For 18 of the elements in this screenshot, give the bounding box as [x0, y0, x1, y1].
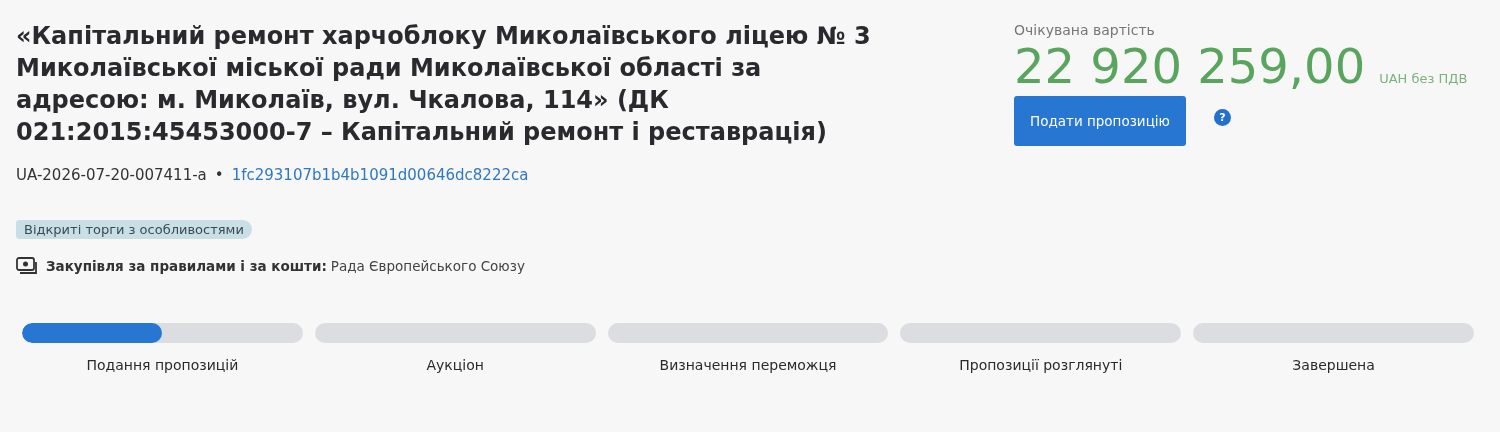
funding-value: Рада Європейського Союзу — [330, 258, 525, 274]
currency-label: UAH без ПДВ — [1379, 71, 1468, 86]
submit-button[interactable]: Подати пропозицію — [1014, 96, 1186, 146]
help-icon[interactable]: ? — [1213, 109, 1231, 126]
procedure-tag: Відкриті торги з особливостями — [16, 220, 252, 239]
funding-label: Закупівля за правилами і за кошти: — [46, 258, 327, 274]
price-amount: 22 920 259,00 — [1014, 38, 1366, 94]
stage-label: Завершена — [1292, 357, 1375, 373]
stage-label: Визначення переможця — [659, 357, 837, 373]
separator-dot: • — [214, 166, 224, 184]
price-label: Очікувана вартість — [1014, 22, 1156, 38]
money-icon — [16, 257, 38, 275]
stage-label: Аукціон — [426, 357, 484, 373]
tender-title: «Капітальний ремонт харчоблоку Миколаївського ліцею № 3 Миколаївської міської ради Миколаївської області за адресою: м. Миколаїв, вул. Чкалова, 114» (ДК 021:2015:45453000-7 – Капітальний ремонт і реставрація) — [16, 21, 872, 148]
stage-label: Пропозиції розглянуті — [959, 357, 1123, 373]
tender-id: UA-2026-07-20-007411-a — [16, 166, 207, 184]
stage-label: Подання пропозицій — [86, 357, 239, 373]
hash-link[interactable]: 1fc293107b1b4b1091d00646dc8222ca — [231, 166, 529, 184]
